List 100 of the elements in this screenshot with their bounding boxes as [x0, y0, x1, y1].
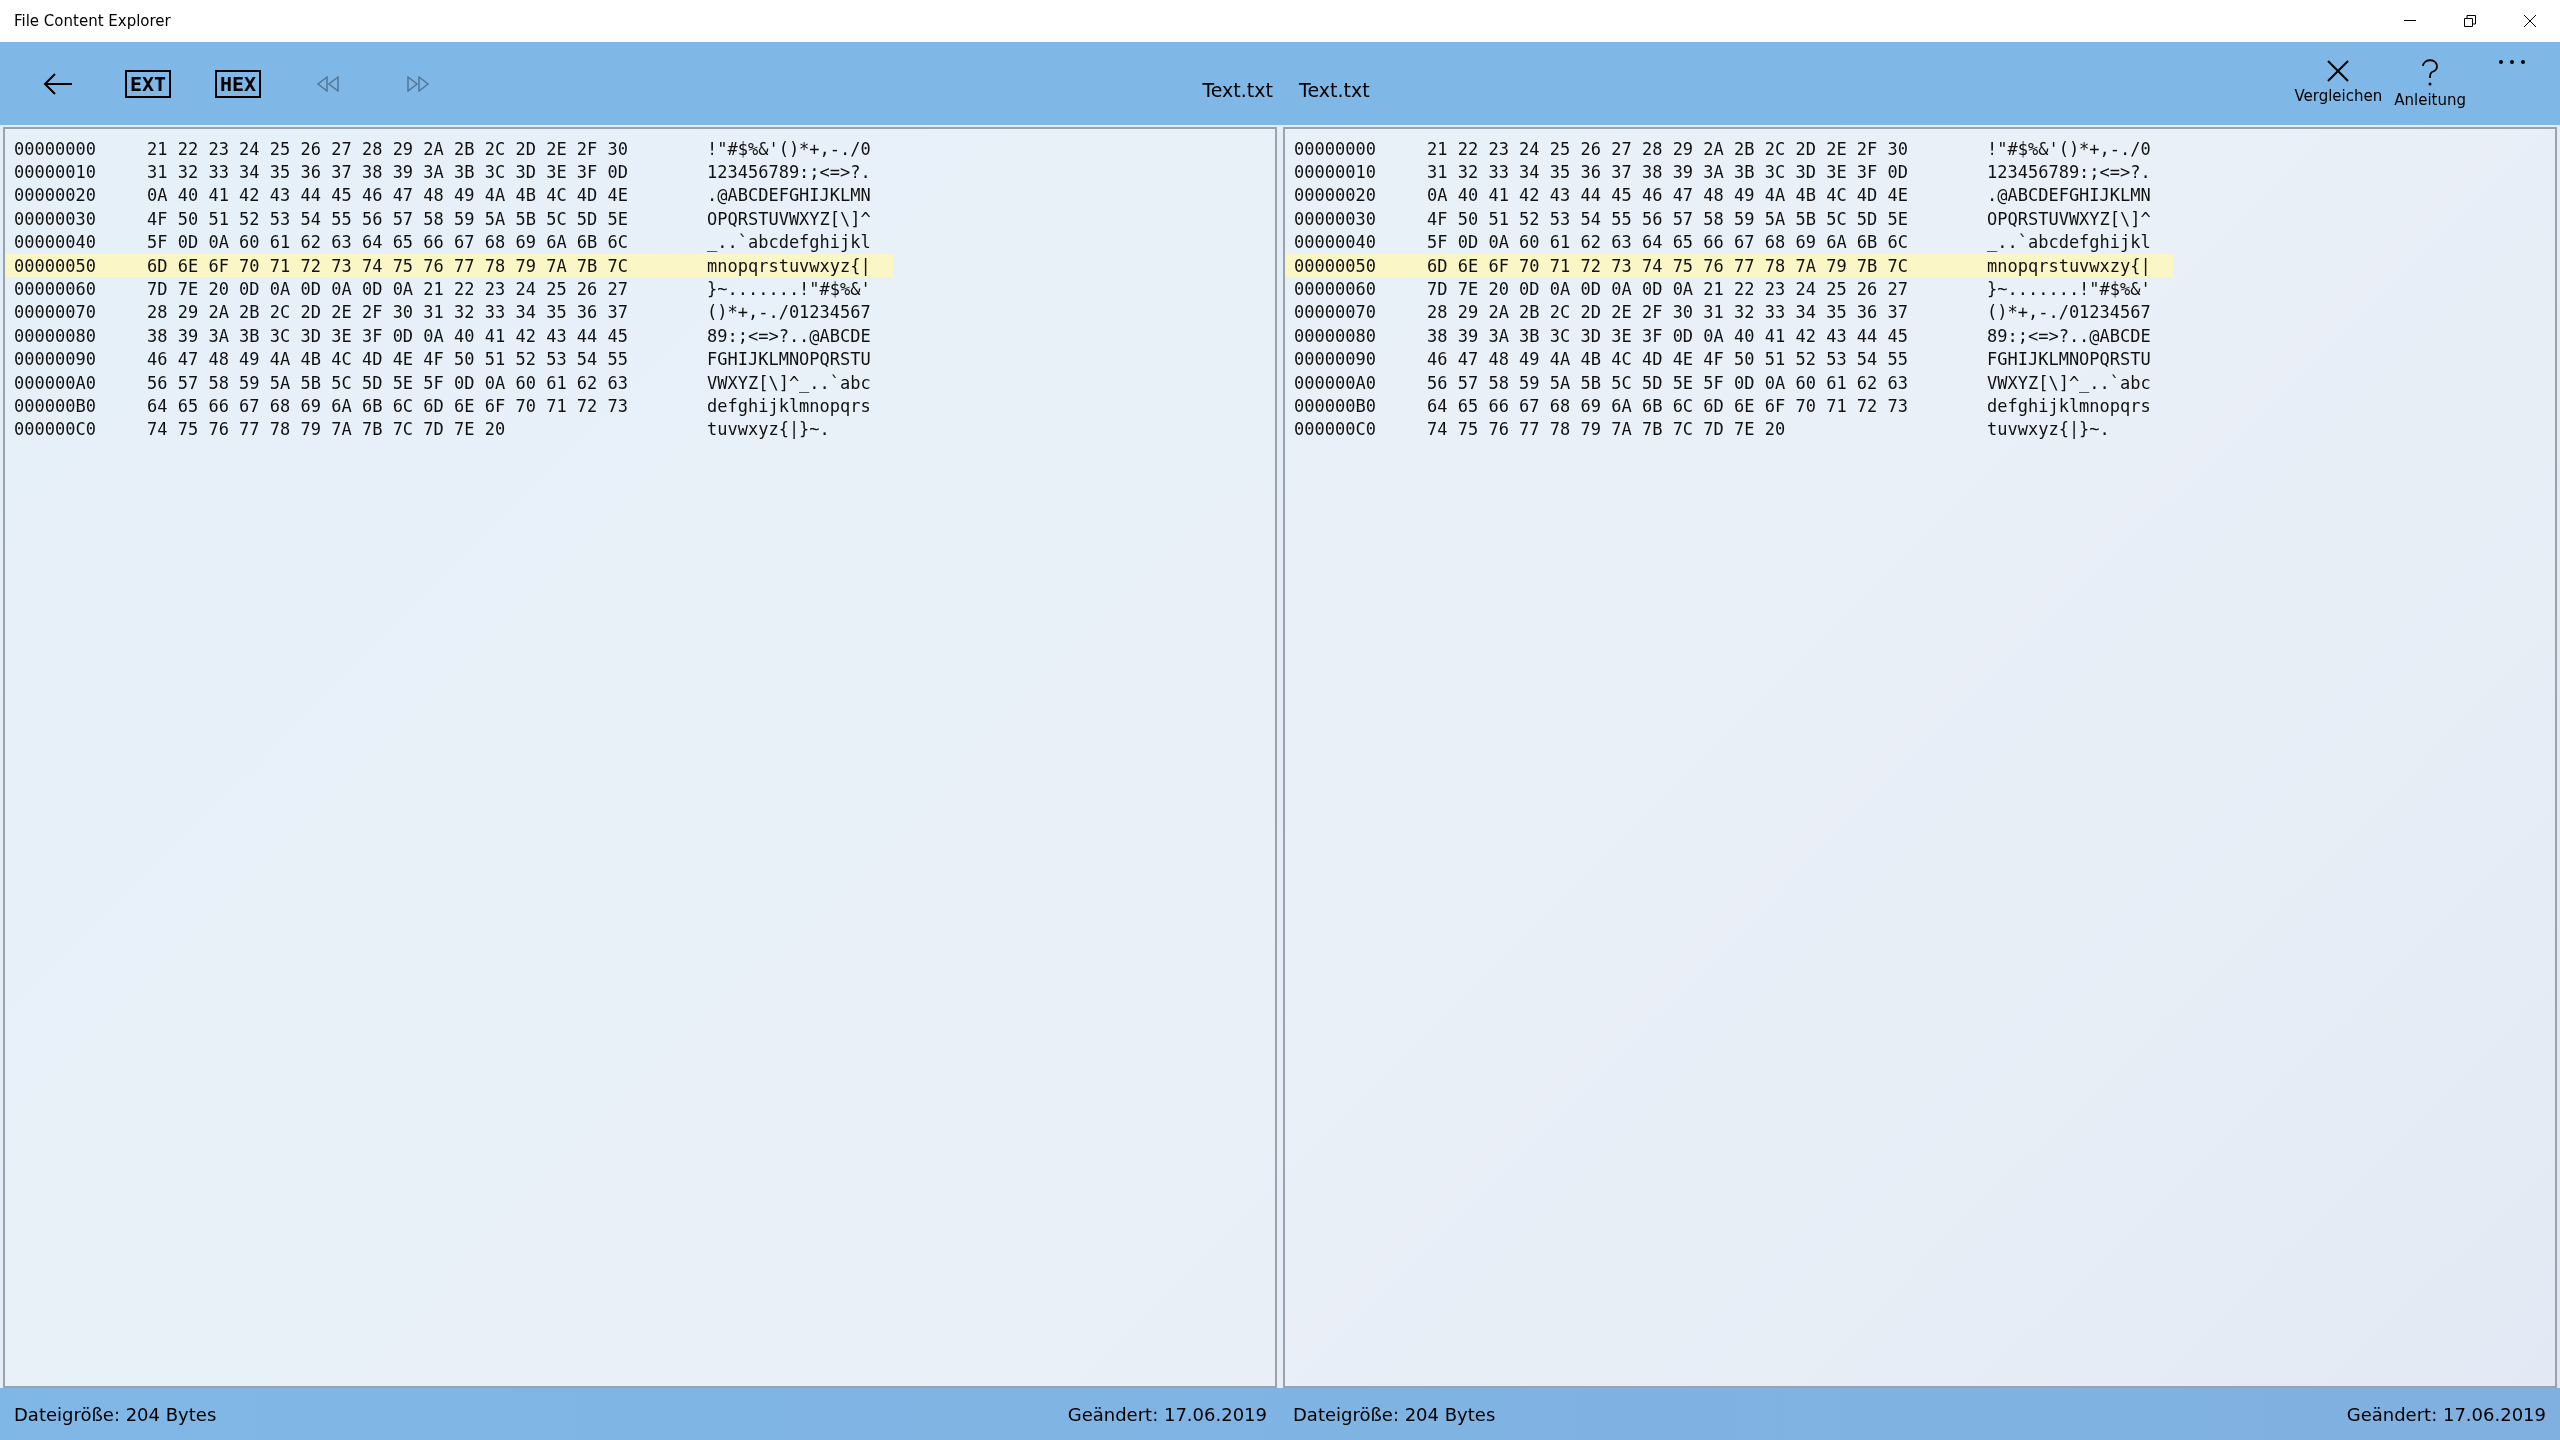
ascii-text: VWXYZ[\]^_..`abc [1987, 372, 2151, 393]
hex-row[interactable]: 00000080 38 39 3A 3B 3C 3D 3E 3F 0D 0A 40 41 42 43 44 45 89:;<=>?..@ABCDE [1285, 324, 2174, 348]
ext-button[interactable]: EXT [110, 49, 186, 118]
hex-bytes-text: 46 47 48 49 4A 4B 4C 4D 4E 4F 50 51 52 53 54 55 [147, 349, 630, 370]
hex-row[interactable]: 00000000 21 22 23 24 25 26 27 28 29 2A 2B 2C 2D 2E 2F 30 !"#$%&'()*+,-./0 [5, 137, 894, 161]
hex-bytes-text: 64 65 66 67 68 69 6A 6B 6C 6D 6E 6F 70 71 72 73 [1427, 396, 1910, 416]
hex-bytes-text: 38 39 3A 3B 3C 3D 3E 3F 0D 0A 40 41 42 43 44 45 [147, 325, 630, 346]
help-button[interactable]: Anleitung [2388, 54, 2472, 113]
offset-text: 00000020 [1294, 185, 1377, 206]
hex-row[interactable]: 000000A0 56 57 58 59 5A 5B 5C 5D 5E 5F 0D 0A 60 61 62 63 VWXYZ[\]^_..`abc [5, 370, 894, 395]
hex-row[interactable]: 00000070 28 29 2A 2B 2C 2D 2E 2F 30 31 32 33 34 35 36 37 ()*+,-./01234567 [5, 300, 894, 325]
ascii-text: OPQRSTUVWXYZ[\]^ [1987, 208, 2151, 229]
double-right-triangle-icon [406, 75, 430, 92]
close-icon [2523, 14, 2537, 28]
ascii-text: FGHIJKLMNOPQRSTU [707, 349, 871, 370]
back-arrow-icon [43, 72, 73, 95]
hex-row[interactable]: 000000C0 74 75 76 77 78 79 7A 7B 7C 7D 7E 20 tuvwxyz{|}~. [5, 417, 894, 442]
hex-bytes-text: 5F 0D 0A 60 61 62 63 64 65 66 67 68 69 6A 6B 6C [147, 232, 630, 253]
offset-text: 00000030 [14, 208, 97, 229]
offset-text: 00000060 [1294, 279, 1377, 300]
hex-row[interactable]: 000000A0 56 57 58 59 5A 5B 5C 5D 5E 5F 0D 0A 60 61 62 63 VWXYZ[\]^_..`abc [1285, 370, 2174, 395]
hex-bytes-text: 4F 50 51 52 53 54 55 56 57 58 59 5A 5B 5C 5D 5E [147, 208, 630, 229]
hex-row[interactable]: 00000010 31 32 33 34 35 36 37 38 39 3A 3B 3C 3D 3E 3F 0D 123456789:;<=>?. [1285, 160, 2174, 184]
ascii-text: }~.......!"#$%&' [1987, 279, 2151, 300]
hex-bytes-text: 7D 7E 20 0D 0A 0D 0A 0D 0A 21 22 23 24 25 26 27 [1427, 279, 1910, 300]
window-title: File Content Explorer [14, 12, 172, 30]
hex-bytes-text: 5F 0D 0A 60 61 62 63 64 65 66 67 68 69 6A 6B 6C [1427, 232, 1910, 253]
modified-date-text: Geändert: 17.06.2019 [2346, 1403, 2546, 1425]
ascii-text: 123456789:;<=>?. [707, 162, 871, 183]
hex-row[interactable]: 000000C0 74 75 76 77 78 79 7A 7B 7C 7D 7E 20 tuvwxyz{|}~. [1285, 417, 2174, 442]
offset-text: 00000050 [1294, 255, 1377, 276]
hex-bytes-text: 74 75 76 77 78 79 7A 7B 7C 7D 7E 20 [1427, 419, 1787, 440]
hex-row[interactable]: 00000030 4F 50 51 52 53 54 55 56 57 58 59 5A 5B 5C 5D 5E OPQRSTUVWXYZ[\]^ [5, 207, 894, 231]
highlighted-hex-row[interactable]: 00000050 6D 6E 6F 70 71 72 73 74 75 76 77 78 7A 79 7B 7C mnopqrstuvwxzy{| [1285, 253, 2174, 278]
hex-row[interactable]: 00000070 28 29 2A 2B 2C 2D 2E 2F 30 31 32 33 34 35 36 37 ()*+,-./01234567 [1285, 300, 2174, 325]
ascii-text: }~.......!"#$%&' [707, 279, 871, 300]
hex-button[interactable]: HEX [200, 49, 276, 118]
ascii-text: 89:;<=>?..@ABCDE [1987, 325, 2151, 346]
file-name-title: Text.txt [1299, 78, 1370, 101]
hex-bytes-text: 0A 40 41 42 43 44 45 46 47 48 49 4A 4B 4C 4D 4E [1427, 185, 1910, 206]
ascii-text: VWXYZ[\]^_..`abc [707, 372, 871, 393]
offset-text: 00000020 [14, 185, 97, 206]
offset-text: 00000010 [14, 162, 97, 183]
hex-row[interactable]: 00000040 5F 0D 0A 60 61 62 63 64 65 66 67 68 69 6A 6B 6C _..`abcdefghijkl [1285, 230, 2174, 254]
hex-row[interactable]: 00000080 38 39 3A 3B 3C 3D 3E 3F 0D 0A 40 41 42 43 44 45 89:;<=>?..@ABCDE [5, 324, 894, 348]
hex-row[interactable]: 000000B0 64 65 66 67 68 69 6A 6B 6C 6D 6E 6F 70 71 72 73 defghijklmnopqrs [5, 394, 894, 418]
hex-row[interactable]: 00000000 21 22 23 24 25 26 27 28 29 2A 2B 2C 2D 2E 2F 30 !"#$%&'()*+,-./0 [1285, 137, 2174, 161]
offset-text: 000000C0 [1294, 419, 1377, 440]
hex-bytes-text: 28 29 2A 2B 2C 2D 2E 2F 30 31 32 33 34 35 36 37 [1427, 302, 1910, 323]
highlighted-hex-row[interactable]: 00000050 6D 6E 6F 70 71 72 73 74 75 76 77 78 79 7A 7B 7C mnopqrstuvwxyz{| [5, 253, 894, 278]
hex-bytes-text: 7D 7E 20 0D 0A 0D 0A 0D 0A 21 22 23 24 25 26 27 [147, 279, 630, 300]
offset-text: 00000080 [1294, 325, 1377, 346]
file-size-text: Dateigröße: 204 Bytes [14, 1403, 217, 1425]
ascii-text: ()*+,-./01234567 [707, 302, 871, 323]
ascii-text: 123456789:;<=>?. [1987, 162, 2151, 183]
offset-text: 000000B0 [14, 396, 97, 416]
compare-close-button[interactable]: Vergleichen [2288, 54, 2389, 109]
offset-text: 00000040 [14, 232, 97, 253]
offset-text: 00000000 [1294, 138, 1377, 159]
offset-text: 00000060 [14, 279, 97, 300]
offset-text: 000000A0 [1294, 372, 1377, 393]
offset-text: 00000050 [14, 255, 97, 276]
hex-row[interactable]: 00000020 0A 40 41 42 43 44 45 46 47 48 49 4A 4B 4C 4D 4E .@ABCDEFGHIJKLMN [1285, 183, 2174, 208]
hex-row[interactable]: 00000060 7D 7E 20 0D 0A 0D 0A 0D 0A 21 22 23 24 25 26 27 }~.......!"#$%&' [1285, 277, 2174, 301]
hex-row[interactable]: 00000090 46 47 48 49 4A 4B 4C 4D 4E 4F 50 51 52 53 54 55 FGHIJKLMNOPQRSTU [1285, 347, 2174, 371]
minimize-icon [2404, 20, 2416, 22]
hex-row[interactable]: 00000030 4F 50 51 52 53 54 55 56 57 58 59 5A 5B 5C 5D 5E OPQRSTUVWXYZ[\]^ [1285, 207, 2174, 231]
hex-bytes-text: 31 32 33 34 35 36 37 38 39 3A 3B 3C 3D 3E 3F 0D [147, 162, 630, 183]
hex-bytes-text: 0A 40 41 42 43 44 45 46 47 48 49 4A 4B 4C 4D 4E [147, 185, 630, 206]
hex-row[interactable]: 00000060 7D 7E 20 0D 0A 0D 0A 0D 0A 21 22 23 24 25 26 27 }~.......!"#$%&' [5, 277, 894, 301]
offset-text: 00000030 [1294, 208, 1377, 229]
ascii-text: mnopqrstuvwxyz{| [707, 255, 871, 276]
ascii-text: .@ABCDEFGHIJKLMN [1987, 185, 2151, 206]
offset-text: 00000070 [1294, 302, 1377, 323]
hex-row[interactable]: 000000B0 64 65 66 67 68 69 6A 6B 6C 6D 6E 6F 70 71 72 73 defghijklmnopqrs [1285, 394, 2174, 418]
hex-bytes-text: 31 32 33 34 35 36 37 38 39 3A 3B 3C 3D 3E 3F 0D [1427, 162, 1910, 183]
ascii-text: !"#$%&'()*+,-./0 [707, 138, 871, 159]
hex-bytes-text: 46 47 48 49 4A 4B 4C 4D 4E 4F 50 51 52 53 54 55 [1427, 349, 1910, 370]
question-mark-icon [2421, 58, 2440, 87]
hex-row[interactable]: 00000020 0A 40 41 42 43 44 45 46 47 48 49 4A 4B 4C 4D 4E .@ABCDEFGHIJKLMN [5, 183, 894, 208]
ascii-text: !"#$%&'()*+,-./0 [1987, 138, 2151, 159]
ascii-text: tuvwxyz{|}~. [707, 419, 830, 440]
offset-text: 00000000 [14, 138, 97, 159]
hex-bytes-text: 4F 50 51 52 53 54 55 56 57 58 59 5A 5B 5C 5D 5E [1427, 208, 1910, 229]
double-left-triangle-icon [316, 75, 340, 92]
hex-bytes-text: 6D 6E 6F 70 71 72 73 74 75 76 77 78 7A 79 7B 7C [1427, 255, 1910, 276]
hex-row[interactable]: 00000010 31 32 33 34 35 36 37 38 39 3A 3B 3C 3D 3E 3F 0D 123456789:;<=>?. [5, 160, 894, 184]
offset-text: 00000040 [1294, 232, 1377, 253]
ascii-text: tuvwxyz{|}~. [1987, 419, 2110, 440]
hex-bytes-text: 21 22 23 24 25 26 27 28 29 2A 2B 2C 2D 2E 2F 30 [1427, 138, 1910, 159]
offset-text: 00000070 [14, 302, 97, 323]
hex-bytes-text: 6D 6E 6F 70 71 72 73 74 75 76 77 78 79 7A 7B 7C [147, 255, 630, 276]
ascii-text: _..`abcdefghijkl [707, 232, 871, 253]
ascii-text: mnopqrstuvwxzy{| [1987, 255, 2151, 276]
hex-row[interactable]: 00000040 5F 0D 0A 60 61 62 63 64 65 66 67 68 69 6A 6B 6C _..`abcdefghijkl [5, 230, 894, 254]
ascii-text: defghijklmnopqrs [1987, 396, 2151, 416]
more-icon [2498, 58, 2526, 65]
hex-bytes-text: 38 39 3A 3B 3C 3D 3E 3F 0D 0A 40 41 42 43 44 45 [1427, 325, 1910, 346]
hex-row[interactable]: 00000090 46 47 48 49 4A 4B 4C 4D 4E 4F 50 51 52 53 54 55 FGHIJKLMNOPQRSTU [5, 347, 894, 371]
ascii-text: ()*+,-./01234567 [1987, 302, 2151, 323]
